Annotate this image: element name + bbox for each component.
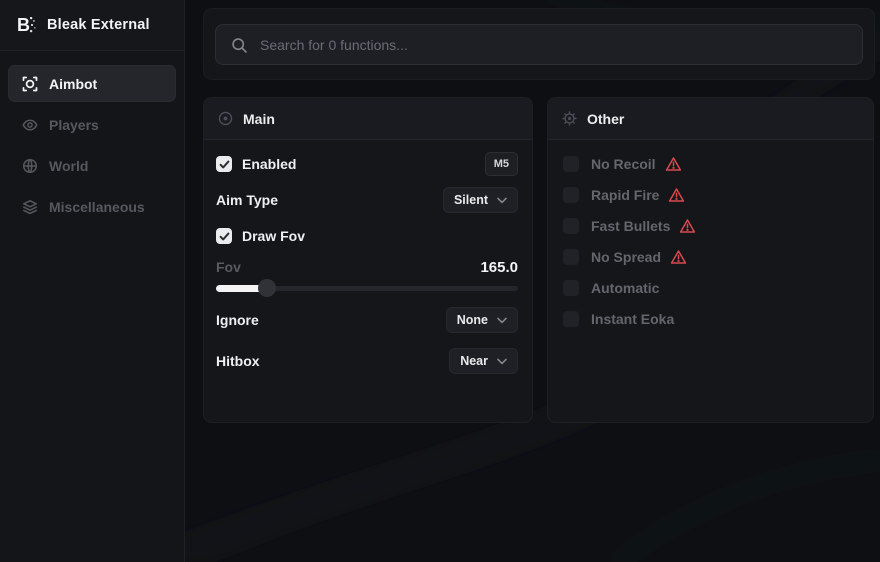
toggle-item: Fast Bullets (563, 214, 859, 238)
hitbox-value: Near (460, 354, 488, 368)
slider-fill (216, 285, 267, 292)
main-panel: Main Enabled M5 Aim Type Silent (203, 97, 533, 423)
hitbox-label: Hitbox (216, 353, 260, 369)
keybind-badge[interactable]: M5 (485, 152, 518, 176)
main-panel-header: Main (204, 98, 532, 140)
svg-text:B: B (17, 15, 30, 35)
sidebar-item-world[interactable]: World (8, 147, 176, 184)
sidebar: B Bleak External Aimbot (0, 0, 185, 562)
fov-label: Fov (216, 259, 241, 275)
hitbox-dropdown[interactable]: Near (449, 348, 518, 374)
toggle-item: No Spread (563, 245, 859, 269)
chevron-down-icon (497, 358, 507, 365)
warning-icon (679, 218, 696, 234)
hitbox-row: Hitbox Near (216, 347, 518, 375)
search-container (203, 8, 875, 80)
ignore-row: Ignore None (216, 306, 518, 334)
app-logo-icon: B (15, 14, 37, 36)
layers-icon (22, 199, 38, 215)
ignore-dropdown[interactable]: None (446, 307, 518, 333)
target-icon (218, 111, 233, 126)
search-icon (231, 37, 248, 54)
fov-value-row: Fov 165.0 (216, 256, 518, 278)
sidebar-item-label: Aimbot (49, 76, 97, 92)
sidebar-item-label: Miscellaneous (49, 199, 145, 215)
search-input[interactable] (216, 25, 862, 64)
check-icon (219, 231, 230, 242)
aim-type-value: Silent (454, 193, 488, 207)
enabled-checkbox[interactable] (216, 156, 232, 172)
sidebar-nav: Aimbot Players World (0, 51, 184, 225)
toggle-label: Automatic (591, 280, 659, 296)
toggle-label: Instant Eoka (591, 311, 674, 327)
check-icon (219, 159, 230, 170)
toggle-checkbox[interactable] (563, 187, 579, 203)
toggle-label: Rapid Fire (591, 187, 659, 203)
eye-icon (22, 117, 38, 133)
ignore-value: None (457, 313, 488, 327)
fov-slider[interactable] (216, 282, 518, 294)
fov-value: 165.0 (480, 259, 518, 276)
other-panel: Other No Recoil (547, 97, 874, 423)
globe-icon (22, 158, 38, 174)
fov-slider-row (216, 282, 518, 294)
toggle-checkbox[interactable] (563, 156, 579, 172)
toggle-label: No Recoil (591, 156, 656, 172)
warning-icon (670, 249, 687, 265)
sidebar-item-players[interactable]: Players (8, 106, 176, 143)
enabled-label: Enabled (242, 156, 296, 172)
toggle-checkbox[interactable] (563, 311, 579, 327)
toggle-checkbox[interactable] (563, 218, 579, 234)
slider-thumb[interactable] (258, 279, 276, 297)
sidebar-item-aimbot[interactable]: Aimbot (8, 65, 176, 102)
sidebar-item-label: Players (49, 117, 99, 133)
draw-fov-label: Draw Fov (242, 228, 305, 244)
sidebar-item-miscellaneous[interactable]: Miscellaneous (8, 188, 176, 225)
warning-icon (668, 187, 685, 203)
panel-title: Main (243, 111, 275, 127)
warning-icon (665, 156, 682, 172)
app-title: Bleak External (47, 17, 150, 33)
panel-title: Other (587, 111, 624, 127)
toggle-item: No Recoil (563, 152, 859, 176)
toggle-item: Rapid Fire (563, 183, 859, 207)
toggle-label: No Spread (591, 249, 661, 265)
toggle-checkbox[interactable] (563, 249, 579, 265)
toggle-item: Automatic (563, 276, 859, 300)
ignore-label: Ignore (216, 312, 259, 328)
content-area: Main Enabled M5 Aim Type Silent (186, 0, 880, 562)
aim-type-dropdown[interactable]: Silent (443, 187, 518, 213)
toggle-item: Instant Eoka (563, 307, 859, 331)
sidebar-item-label: World (49, 158, 88, 174)
draw-fov-checkbox[interactable] (216, 228, 232, 244)
chevron-down-icon (497, 317, 507, 324)
crosshair-icon (22, 76, 38, 92)
gear-icon (562, 111, 577, 126)
app-window: B Bleak External Aimbot (0, 0, 880, 562)
other-toggle-list: No Recoil Rapid Fire (563, 152, 859, 331)
chevron-down-icon (497, 197, 507, 204)
sidebar-header: B Bleak External (0, 0, 184, 51)
toggle-label: Fast Bullets (591, 218, 670, 234)
enabled-row: Enabled M5 (216, 150, 518, 178)
draw-fov-row: Draw Fov (216, 222, 518, 250)
aim-type-label: Aim Type (216, 192, 278, 208)
toggle-checkbox[interactable] (563, 280, 579, 296)
aim-type-row: Aim Type Silent (216, 186, 518, 214)
search-box[interactable] (215, 24, 863, 65)
other-panel-header: Other (548, 98, 873, 140)
